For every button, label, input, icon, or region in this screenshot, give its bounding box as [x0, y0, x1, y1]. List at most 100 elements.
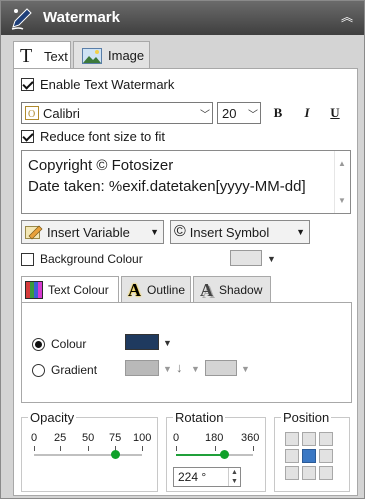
- tab-image-label: Image: [108, 48, 145, 63]
- double-chevron-up-icon[interactable]: ︽: [340, 10, 354, 24]
- rotation-title: Rotation: [173, 410, 226, 425]
- rotation-spinner[interactable]: 224 ° ▲ ▼: [173, 467, 241, 487]
- font-family-select[interactable]: O Calibri ﹀: [21, 102, 213, 124]
- rotation-slider-thumb[interactable]: [220, 450, 229, 459]
- background-colour-dropdown-icon[interactable]: ▼: [267, 254, 276, 264]
- panel-header[interactable]: Watermark ︽: [1, 1, 364, 35]
- watermark-panel: Watermark ︽ T Text Image Enable Text Wat…: [0, 0, 365, 499]
- gradient-option-row: Gradient: [32, 363, 97, 377]
- insert-symbol-button[interactable]: © Insert Symbol ▼: [170, 220, 310, 244]
- tab-image[interactable]: Image: [73, 41, 150, 69]
- font-icon: O: [25, 106, 39, 120]
- font-size-value: 20: [222, 105, 237, 121]
- insert-symbol-label: Insert Symbol: [189, 224, 270, 240]
- opacity-slider-track[interactable]: [34, 454, 142, 456]
- position-group: Position: [274, 410, 350, 492]
- opacity-tick: [88, 446, 89, 451]
- opacity-tick-label: 25: [54, 432, 67, 444]
- opacity-tick-label: 50: [82, 432, 95, 444]
- reduce-font-row: Reduce font size to fit: [21, 129, 165, 144]
- opacity-slider-thumb[interactable]: [111, 450, 120, 459]
- reduce-font-label: Reduce font size to fit: [40, 129, 166, 144]
- position-top-right[interactable]: [319, 432, 333, 446]
- tab-shadow[interactable]: A Shadow: [193, 276, 271, 303]
- rotation-tick-label: 0: [173, 432, 180, 444]
- rotation-tick: [215, 446, 216, 451]
- reduce-font-checkbox[interactable]: [21, 130, 34, 143]
- opacity-tick: [142, 446, 143, 451]
- enable-text-watermark-checkbox[interactable]: [21, 78, 34, 91]
- position-top-left[interactable]: [285, 432, 299, 446]
- font-size-select[interactable]: 20 ﹀: [217, 102, 261, 124]
- rotation-tick-label: 360: [241, 432, 260, 444]
- opacity-tick-label: 0: [31, 432, 38, 444]
- dropdown-arrow-icon: ▼: [296, 227, 305, 237]
- watermark-text-line-2: Date taken: %exif.datetaken[yyyy-MM-dd]: [28, 178, 306, 195]
- position-top-center[interactable]: [302, 432, 316, 446]
- position-middle-left[interactable]: [285, 449, 299, 463]
- background-colour-swatch[interactable]: [230, 250, 262, 266]
- chevron-down-icon: ﹀: [200, 109, 210, 121]
- insert-variable-label: Insert Variable: [47, 224, 130, 240]
- insert-variable-button[interactable]: Insert Variable ▼: [21, 220, 164, 244]
- outline-A-icon: A: [128, 279, 141, 300]
- watermark-pen-icon: [11, 8, 32, 30]
- gradient-start-swatch[interactable]: [125, 360, 159, 376]
- text-T-icon: T: [20, 44, 33, 67]
- position-bottom-center[interactable]: [302, 466, 316, 480]
- gradient-start-dropdown-icon[interactable]: ▼: [163, 364, 172, 374]
- opacity-group: Opacity 0 25 50 75 100: [21, 410, 158, 492]
- colour-swatch[interactable]: [125, 334, 159, 350]
- gradient-end-swatch[interactable]: [205, 360, 237, 376]
- scroll-up-icon[interactable]: ▲: [338, 153, 346, 174]
- tab-text-colour-label: Text Colour: [48, 283, 109, 297]
- enable-text-watermark-row: Enable Text Watermark: [21, 77, 174, 92]
- svg-text:O: O: [28, 109, 35, 120]
- background-colour-row: Background Colour: [21, 252, 143, 266]
- gradient-radio[interactable]: [32, 363, 45, 377]
- position-middle-center[interactable]: [302, 449, 316, 463]
- background-colour-checkbox[interactable]: [21, 252, 34, 266]
- spin-down-icon[interactable]: ▼: [229, 477, 240, 486]
- italic-button[interactable]: I: [298, 104, 316, 122]
- opacity-tick-label: 100: [133, 432, 152, 444]
- chevron-down-icon: ﹀: [248, 109, 258, 121]
- colour-radio[interactable]: [32, 337, 45, 351]
- tab-shadow-label: Shadow: [219, 283, 263, 297]
- tab-outline-label: Outline: [147, 283, 186, 297]
- rotation-group: Rotation 0 180 360 224 ° ▲ ▼: [166, 410, 266, 492]
- tab-text-colour[interactable]: Text Colour: [21, 276, 119, 303]
- rotation-slider-fill: [176, 454, 224, 456]
- tab-outline[interactable]: A Outline: [121, 276, 191, 303]
- bold-button[interactable]: B: [269, 104, 287, 122]
- text-scrollbar[interactable]: ▲ ▼: [334, 151, 350, 213]
- gradient-direction-dropdown-icon[interactable]: ▼: [191, 364, 200, 374]
- position-bottom-left[interactable]: [285, 466, 299, 480]
- panel-title: Watermark: [43, 9, 120, 26]
- colour-option-row: Colour: [32, 337, 86, 351]
- font-family-value: Calibri: [43, 105, 80, 121]
- spin-up-icon[interactable]: ▲: [229, 468, 240, 477]
- text-colour-panel: Colour ▼ Gradient ▼ ↓ ▼ ▼: [21, 302, 352, 403]
- background-colour-label: Background Colour: [40, 252, 143, 266]
- rotation-spin-buttons[interactable]: ▲ ▼: [228, 468, 240, 486]
- tab-text[interactable]: T Text: [13, 41, 71, 70]
- position-bottom-right[interactable]: [319, 466, 333, 480]
- dropdown-arrow-icon: ▼: [150, 227, 159, 237]
- watermark-text-line-1: Copyright © Fotosizer: [28, 157, 174, 174]
- image-icon: [82, 47, 102, 64]
- colour-dropdown-icon[interactable]: ▼: [163, 338, 172, 348]
- copyright-symbol-icon: ©: [174, 223, 186, 240]
- underline-button[interactable]: U: [326, 104, 344, 122]
- opacity-title: Opacity: [28, 410, 77, 425]
- colour-palette-icon: [25, 281, 43, 299]
- shadow-A-icon: A: [200, 279, 213, 300]
- gradient-label: Gradient: [51, 363, 98, 377]
- watermark-text-input[interactable]: Copyright © Fotosizer Date taken: %exif.…: [21, 150, 351, 214]
- tab-text-label: Text: [44, 48, 68, 64]
- position-middle-right[interactable]: [319, 449, 333, 463]
- gradient-direction-down-arrow-icon[interactable]: ↓: [176, 360, 183, 375]
- position-title: Position: [281, 410, 332, 425]
- gradient-end-dropdown-icon[interactable]: ▼: [241, 364, 250, 374]
- scroll-down-icon[interactable]: ▼: [338, 190, 346, 211]
